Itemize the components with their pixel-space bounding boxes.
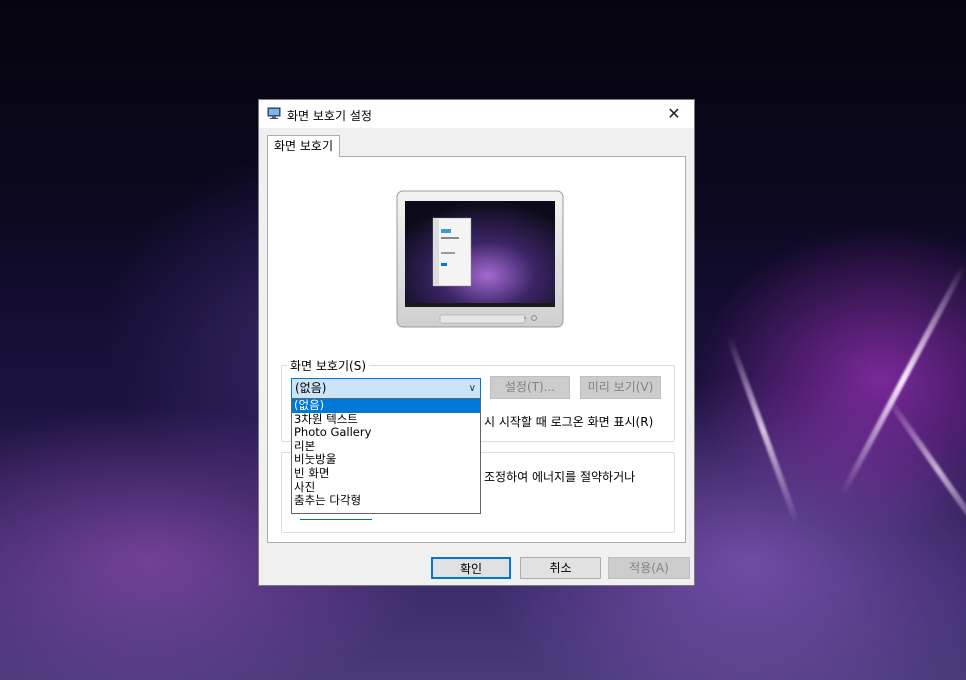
wallpaper-streak [725, 335, 801, 525]
settings-button[interactable]: 설정(T)... [490, 376, 570, 399]
dropdown-option-photos[interactable]: 사진 [292, 480, 480, 495]
screensaver-settings-dialog: 화면 보호기 설정 ✕ 화면 보호기 화면 보호기(S) (없음) ∨ 설정(T… [258, 99, 695, 586]
screensaver-selected-value: (없음) [295, 381, 327, 395]
ok-button[interactable]: 확인 [431, 557, 511, 579]
monitor-preview-icon [396, 190, 564, 328]
screensaver-select[interactable]: (없음) ∨ [291, 378, 481, 399]
apply-button[interactable]: 적용(A) [608, 557, 690, 579]
dropdown-option-bubbles[interactable]: 비눗방울 [292, 453, 480, 467]
cancel-button[interactable]: 취소 [520, 557, 601, 579]
chevron-down-icon: ∨ [468, 383, 476, 394]
resume-logon-checkbox-label[interactable]: 시 시작할 때 로그온 화면 표시(R) [484, 413, 653, 430]
dropdown-option-3d-text[interactable]: 3차원 텍스트 [292, 412, 480, 427]
display-settings-icon [267, 107, 281, 119]
power-description-text: 조정하여 에너지를 절약하거나 [484, 470, 636, 484]
preview-button[interactable]: 미리 보기(V) [580, 376, 661, 399]
screensaver-group-label: 화면 보호기(S) [287, 357, 369, 374]
dropdown-option-none[interactable]: (없음) [292, 398, 480, 413]
dropdown-option-mystify[interactable]: 춤추는 다각형 [292, 494, 480, 508]
close-icon: ✕ [667, 104, 681, 123]
title-bar[interactable]: 화면 보호기 설정 ✕ [259, 100, 694, 128]
wallpaper-streak [883, 394, 966, 546]
wallpaper-streak [839, 263, 966, 497]
window-title: 화면 보호기 설정 [287, 109, 372, 123]
screensaver-dropdown-list: (없음) 3차원 텍스트 Photo Gallery 리본 비눗방울 빈 화면 … [291, 398, 481, 514]
close-button[interactable]: ✕ [654, 100, 694, 128]
dropdown-option-ribbons[interactable]: 리본 [292, 439, 480, 454]
dropdown-option-blank[interactable]: 빈 화면 [292, 466, 480, 481]
tab-screensaver[interactable]: 화면 보호기 [267, 135, 340, 157]
dropdown-option-photo-gallery[interactable]: Photo Gallery [292, 426, 480, 440]
